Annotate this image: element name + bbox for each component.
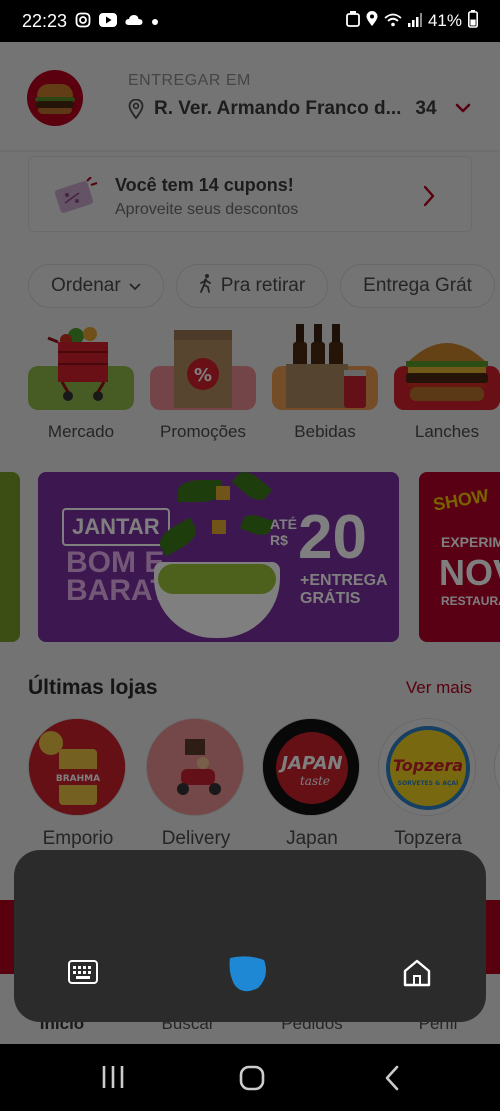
store-name: Emporio — [42, 828, 114, 849]
category-label: Lanches — [414, 422, 480, 441]
store-name: Topzera — [394, 828, 462, 849]
store-name: Delivery — [161, 828, 231, 849]
back-button[interactable] — [382, 1064, 402, 1097]
store-logo: JAPAN taste — [262, 718, 360, 816]
location-icon — [366, 10, 378, 32]
header: ENTREGAR EM R. Ver. Armando Franco d... … — [0, 42, 500, 152]
banner-sub2: GRÁTIS — [300, 590, 361, 607]
cloud-icon — [125, 14, 143, 29]
coupon-card[interactable]: Você tem 14 cupons! Aproveite seus desco… — [28, 156, 472, 232]
coupon-icon — [51, 176, 99, 215]
category-label: Bebidas — [294, 422, 356, 441]
address-number: 34 — [415, 98, 437, 119]
banner-prev[interactable] — [0, 472, 20, 642]
recent-apps-button[interactable] — [100, 1064, 126, 1095]
banner-next-line3: RESTAURA — [441, 594, 500, 608]
banner-next-show: SHOW — [431, 485, 491, 515]
banner-amount: 20 — [298, 503, 367, 572]
banner-jantar[interactable]: JANTAR BOM E BARATO ATÉ R$ 20 +ENTREGA GR… — [38, 472, 399, 642]
assistant-voice-button[interactable] — [228, 954, 268, 994]
recent-stores-title: Últimas lojas — [28, 676, 158, 699]
header-divider — [0, 150, 500, 152]
banner-next-line2: NOV — [439, 552, 500, 593]
system-nav-bar — [0, 1044, 500, 1111]
category-mercado[interactable]: Mercado — [28, 324, 134, 444]
store-name: Japan — [286, 828, 338, 849]
address-text: R. Ver. Armando Franco d... — [154, 98, 402, 119]
banner-ate: ATÉ R$ — [270, 516, 297, 548]
address-selector[interactable]: R. Ver. Armando Franco d... 34 — [128, 98, 471, 120]
burger-icon — [402, 334, 492, 409]
store-logo: Topzera SORVETES & AÇAÍ — [378, 718, 476, 816]
category-row: Mercado % Promoções Bebidas Lanches — [28, 324, 500, 444]
coupon-subtitle: Aproveite seus descontos — [115, 201, 299, 218]
battery-icon — [468, 9, 478, 33]
store-avatar[interactable] — [27, 70, 83, 126]
banner-sub1: +ENTREGA — [300, 572, 388, 589]
see-more-link[interactable]: Ver mais — [406, 678, 472, 698]
category-label: Mercado — [47, 422, 115, 441]
category-bebidas[interactable]: Bebidas — [272, 324, 378, 444]
paper-bag-icon: % — [170, 330, 236, 415]
instagram-icon — [75, 12, 91, 31]
status-time: 22:23 — [22, 10, 68, 31]
assistant-panel — [14, 850, 486, 1022]
store-logo: BRAHMA — [28, 718, 126, 816]
chip-label: Entrega Grát — [363, 275, 472, 296]
svg-text:%: % — [194, 365, 212, 386]
coupon-title: Você tem 14 cupons! — [115, 175, 294, 195]
home-button[interactable] — [238, 1064, 266, 1097]
chip-entrega-gratis[interactable]: Entrega Grát — [340, 264, 495, 308]
svg-text:taste: taste — [300, 774, 330, 788]
map-pin-icon — [128, 99, 144, 119]
shopping-cart-icon — [46, 324, 118, 415]
walking-icon — [199, 273, 213, 299]
promo-banner-carousel[interactable]: JANTAR BOM E BARATO ATÉ R$ 20 +ENTREGA GR… — [0, 472, 500, 644]
svg-text:Topzera: Topzera — [393, 756, 463, 775]
chevron-down-icon — [455, 100, 471, 118]
category-promocoes[interactable]: % Promoções — [150, 324, 256, 444]
chip-label: Pra retirar — [220, 275, 306, 296]
filter-chips: Ordenar Pra retirar Entrega Grát — [28, 264, 500, 308]
signal-icon — [407, 11, 422, 32]
svg-text:SORVETES & AÇAÍ: SORVETES & AÇAÍ — [398, 779, 459, 787]
app-screen: ENTREGAR EM R. Ver. Armando Franco d... … — [0, 42, 500, 1044]
deliver-label: ENTREGAR EM — [128, 72, 251, 89]
chevron-down-icon — [129, 275, 141, 297]
youtube-icon — [99, 12, 118, 30]
beer-bottles-icon — [282, 324, 372, 415]
status-bar: 22:23 41% — [0, 0, 500, 42]
home-icon[interactable] — [402, 958, 432, 988]
keyboard-icon[interactable] — [68, 960, 98, 984]
svg-text:BRAHMA: BRAHMA — [56, 774, 100, 784]
chip-label: Ordenar — [51, 275, 121, 296]
banner-next-line1: EXPERIM — [441, 534, 500, 550]
recent-stores-row: BRAHMA Emporio Delivery JAPAN taste Japa… — [28, 718, 500, 849]
svg-text:JAPAN: JAPAN — [278, 753, 342, 774]
wifi-icon — [384, 11, 402, 32]
chip-ordenar[interactable]: Ordenar — [28, 264, 164, 308]
battery-percent: 41% — [427, 11, 462, 30]
alarm-icon — [346, 10, 360, 32]
chevron-right-icon — [423, 185, 435, 212]
banner-next[interactable]: SHOW EXPERIM NOV RESTAURA — [419, 472, 500, 642]
category-lanches[interactable]: Lanches — [394, 324, 500, 444]
dot-icon — [151, 14, 159, 29]
category-label: Promoções — [160, 422, 246, 441]
banner-tag: JANTAR — [62, 508, 170, 546]
store-next-partial[interactable] — [494, 718, 500, 816]
store-logo — [146, 718, 244, 816]
chip-pra-retirar[interactable]: Pra retirar — [175, 264, 329, 308]
